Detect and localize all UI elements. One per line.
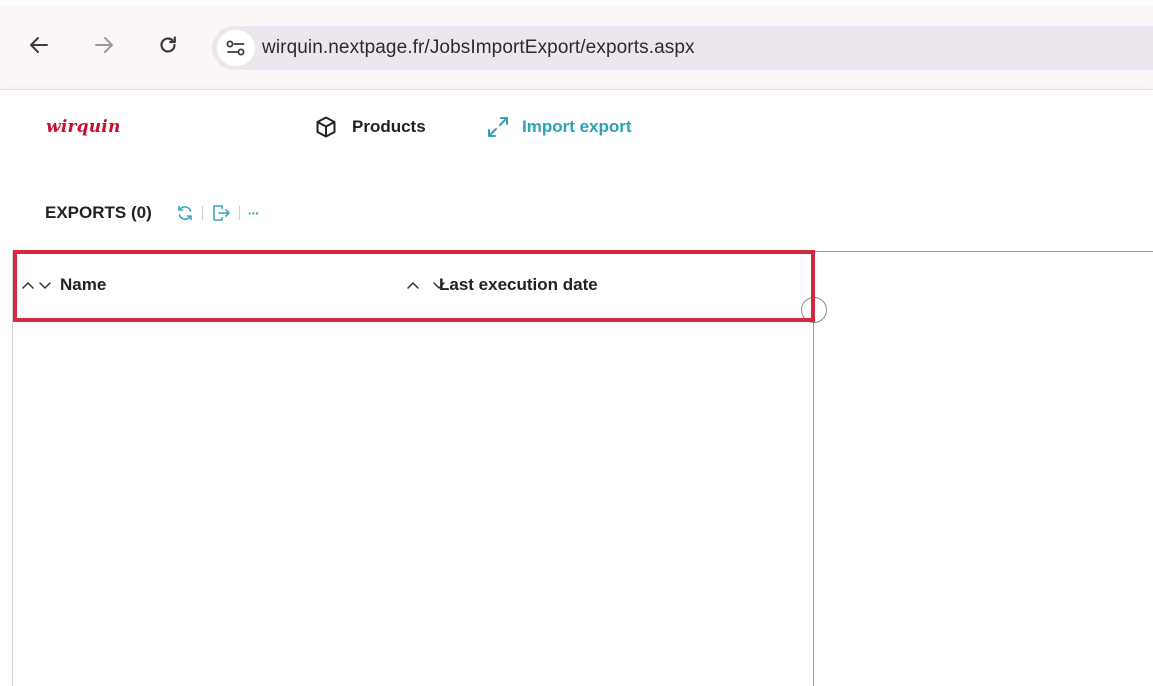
nav-import-export[interactable]: Import export	[486, 112, 632, 142]
sort-icon[interactable]	[21, 278, 55, 292]
cube-icon	[314, 115, 338, 139]
reload-icon[interactable]	[156, 33, 180, 57]
back-arrow-icon[interactable]	[27, 33, 51, 57]
nav-products[interactable]: Products	[314, 112, 426, 142]
more-icon[interactable]: ···	[248, 205, 260, 221]
address-bar[interactable]: wirquin.nextpage.fr/JobsImportExport/exp…	[212, 26, 1153, 70]
column-header-name[interactable]: Name	[21, 275, 106, 295]
panel-resize-handle[interactable]	[801, 297, 827, 323]
exports-table: Name Last execution date	[12, 251, 813, 686]
column-header-last-execution-date[interactable]: Last execution date	[406, 275, 598, 295]
nav-products-label: Products	[352, 117, 426, 136]
browser-toolbar: wirquin.nextpage.fr/JobsImportExport/exp…	[0, 0, 1153, 90]
site-settings-icon[interactable]	[217, 30, 255, 66]
brand-logo[interactable]: wirquin	[46, 117, 121, 137]
column-header-name-label: Name	[60, 275, 107, 294]
detail-panel	[813, 251, 1153, 686]
app-header: wirquin Products Import export	[0, 90, 1153, 168]
window-top-edge	[0, 0, 1153, 6]
table-header-row: Name Last execution date	[13, 251, 814, 321]
page-content: EXPORTS (0) ··· Name Last execution date	[0, 168, 1153, 686]
page-title: EXPORTS (0)	[45, 203, 152, 222]
nav-import-export-label: Import export	[522, 117, 632, 136]
url-text[interactable]: wirquin.nextpage.fr/JobsImportExport/exp…	[262, 37, 695, 59]
toolbar-divider	[201, 206, 203, 220]
column-header-date-label: Last execution date	[439, 275, 598, 294]
import-export-icon	[486, 115, 510, 139]
export-file-icon[interactable]	[211, 204, 231, 222]
refresh-icon[interactable]	[176, 204, 194, 222]
forward-arrow-icon[interactable]	[92, 33, 116, 57]
toolbar-divider	[238, 206, 240, 220]
exports-toolbar: EXPORTS (0) ···	[45, 198, 260, 228]
